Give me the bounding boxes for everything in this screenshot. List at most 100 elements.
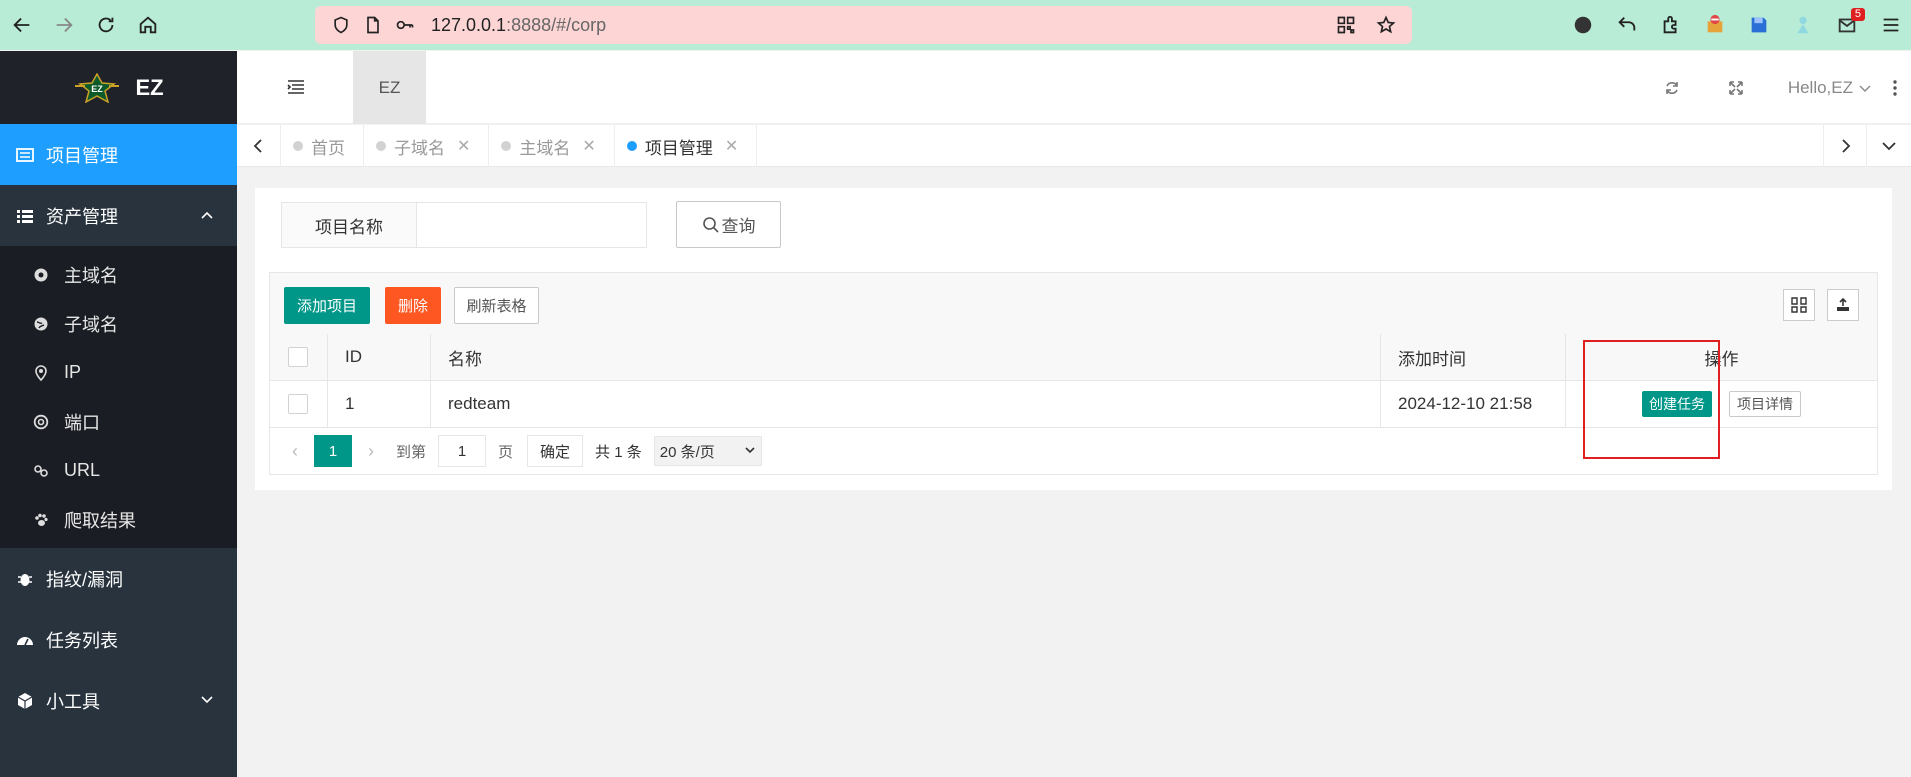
search-icon	[702, 216, 719, 233]
refresh-icon[interactable]	[1640, 51, 1704, 124]
logo-badge-text: EZ	[92, 84, 104, 94]
refresh-table-button[interactable]: 刷新表格	[454, 287, 539, 324]
undo-icon[interactable]	[1607, 5, 1647, 45]
sidebar-item-label: 项目管理	[46, 145, 118, 166]
prev-page-icon[interactable]: ‹	[276, 435, 314, 467]
address-bar[interactable]: 127.0.0.1:8888/#/corp	[315, 6, 1412, 44]
fullscreen-icon[interactable]	[1704, 51, 1768, 124]
more-vertical-icon[interactable]	[1879, 51, 1911, 124]
sidebar-item-main-domain[interactable]: 主域名	[0, 250, 237, 299]
sidebar-item-label: 子域名	[64, 314, 118, 335]
page-unit-label: 页	[498, 443, 514, 461]
back-icon[interactable]	[2, 5, 42, 45]
profile-circle-icon[interactable]	[1563, 5, 1603, 45]
row-checkbox[interactable]	[288, 394, 308, 414]
bookmark-star-icon[interactable]	[1372, 11, 1400, 39]
menu-hamburger-icon[interactable]	[1871, 5, 1911, 45]
logo-star-icon: EZ	[75, 72, 120, 103]
project-detail-button[interactable]: 项目详情	[1729, 391, 1801, 417]
extension-figure-icon[interactable]	[1783, 5, 1823, 45]
sidebar-item-url[interactable]: URL	[0, 446, 237, 495]
sidebar-item-label: 资产管理	[46, 206, 118, 227]
current-page[interactable]: 1	[314, 435, 352, 467]
goto-confirm-button[interactable]: 确定	[527, 435, 584, 467]
highlight-box	[1583, 340, 1720, 459]
paw-icon	[33, 512, 49, 528]
forward-icon[interactable]	[44, 5, 84, 45]
page-tabs-bar: 首页 子域名 ✕ 主域名 ✕ 项目管理 ✕	[237, 125, 1911, 167]
user-menu[interactable]: Hello,EZ	[1788, 78, 1871, 98]
goto-label: 到第	[396, 443, 427, 461]
next-page-icon[interactable]: ›	[352, 435, 390, 467]
reload-icon[interactable]	[86, 5, 126, 45]
sidebar-item-asset-management[interactable]: 资产管理	[0, 185, 237, 246]
tab-dot	[501, 141, 512, 151]
sidebar-item-label: 任务列表	[46, 630, 118, 651]
tab-label: 首页	[311, 138, 345, 158]
column-header-time[interactable]: 添加时间	[1381, 334, 1566, 380]
shield-icon[interactable]	[327, 11, 355, 39]
header-tab-ez[interactable]: EZ	[353, 51, 426, 124]
sidebar-item-task-list[interactable]: 任务列表	[0, 609, 237, 670]
column-header-id[interactable]: ID	[328, 334, 431, 380]
sidebar-item-fingerprint-vuln[interactable]: 指纹/漏洞	[0, 548, 237, 609]
tab-label: 子域名	[394, 138, 445, 158]
extension-badge: 5	[1850, 8, 1865, 21]
column-header-name[interactable]: 名称	[431, 334, 1381, 380]
user-greeting: Hello,EZ	[1787, 77, 1853, 97]
tab-close-icon[interactable]: ✕	[457, 136, 470, 156]
columns-filter-icon[interactable]	[1783, 289, 1815, 321]
page-tabs: 首页 子域名 ✕ 主域名 ✕ 项目管理 ✕	[281, 125, 758, 167]
delete-button[interactable]: 删除	[385, 287, 441, 324]
extensions-puzzle-icon[interactable]	[1651, 5, 1691, 45]
url-host: 127.0.0.1	[431, 14, 507, 35]
table-toolbar: 添加项目 删除 刷新表格	[269, 272, 1878, 335]
tab-close-icon[interactable]: ✕	[582, 136, 595, 156]
tab-project-management[interactable]: 项目管理 ✕	[615, 125, 758, 167]
chevron-down-icon	[1859, 85, 1871, 92]
qr-code-icon[interactable]	[1332, 11, 1360, 39]
tab-main-domain[interactable]: 主域名 ✕	[489, 125, 615, 167]
total-count: 共 1 条	[595, 443, 642, 461]
url-path: :8888/#/corp	[506, 14, 607, 35]
location-icon	[33, 364, 49, 381]
tabs-scroll-left-icon[interactable]	[237, 125, 281, 167]
cell-time: 2024-12-10 21:58	[1381, 381, 1566, 427]
lifebuoy-icon	[33, 414, 49, 430]
tab-close-icon[interactable]: ✕	[725, 136, 738, 156]
sidebar-item-tools[interactable]: 小工具	[0, 670, 237, 731]
page-size-value: 20 条/页	[659, 443, 715, 461]
tab-subdomain[interactable]: 子域名 ✕	[364, 125, 490, 167]
add-project-button[interactable]: 添加项目	[284, 287, 370, 324]
tabs-menu-chevron-down-icon[interactable]	[1867, 125, 1911, 167]
save-disk-icon[interactable]	[1739, 5, 1779, 45]
app-logo[interactable]: EZ EZ	[0, 51, 237, 124]
sidebar-item-label: 指纹/漏洞	[46, 569, 124, 590]
goto-page-input[interactable]: 1	[438, 435, 487, 467]
extension-gift-icon[interactable]	[1695, 5, 1735, 45]
cube-icon	[16, 692, 34, 710]
sidebar-item-subdomain[interactable]: 子域名	[0, 299, 237, 348]
sidebar-item-label: 爬取结果	[64, 510, 136, 531]
extension-mail-icon[interactable]: 5	[1827, 5, 1867, 45]
sidebar-item-crawl-results[interactable]: 爬取结果	[0, 495, 237, 544]
sidebar-toggle-icon[interactable]	[287, 78, 305, 96]
home-icon[interactable]	[128, 5, 168, 45]
sidebar-item-port[interactable]: 端口	[0, 397, 237, 446]
link-icon	[33, 463, 49, 479]
sidebar-item-ip[interactable]: IP	[0, 348, 237, 397]
export-icon[interactable]	[1827, 289, 1859, 321]
page-icon[interactable]	[359, 11, 387, 39]
cell-id: 1	[328, 381, 431, 427]
select-all-checkbox[interactable]	[288, 347, 308, 367]
asset-submenu: 主域名 子域名 IP 端口 URL 爬取结果	[0, 246, 237, 548]
key-icon[interactable]	[391, 11, 419, 39]
tab-home[interactable]: 首页	[281, 125, 364, 167]
url-text[interactable]: 127.0.0.1:8888/#/corp	[431, 15, 606, 36]
page-size-select[interactable]: 20 条/页	[653, 436, 762, 466]
sidebar-item-project-management[interactable]: 项目管理	[0, 124, 237, 185]
tabs-scroll-right-icon[interactable]	[1823, 125, 1867, 167]
project-name-input[interactable]	[416, 202, 647, 248]
query-button[interactable]: 查询	[676, 201, 781, 248]
chevron-up-icon	[201, 211, 213, 219]
